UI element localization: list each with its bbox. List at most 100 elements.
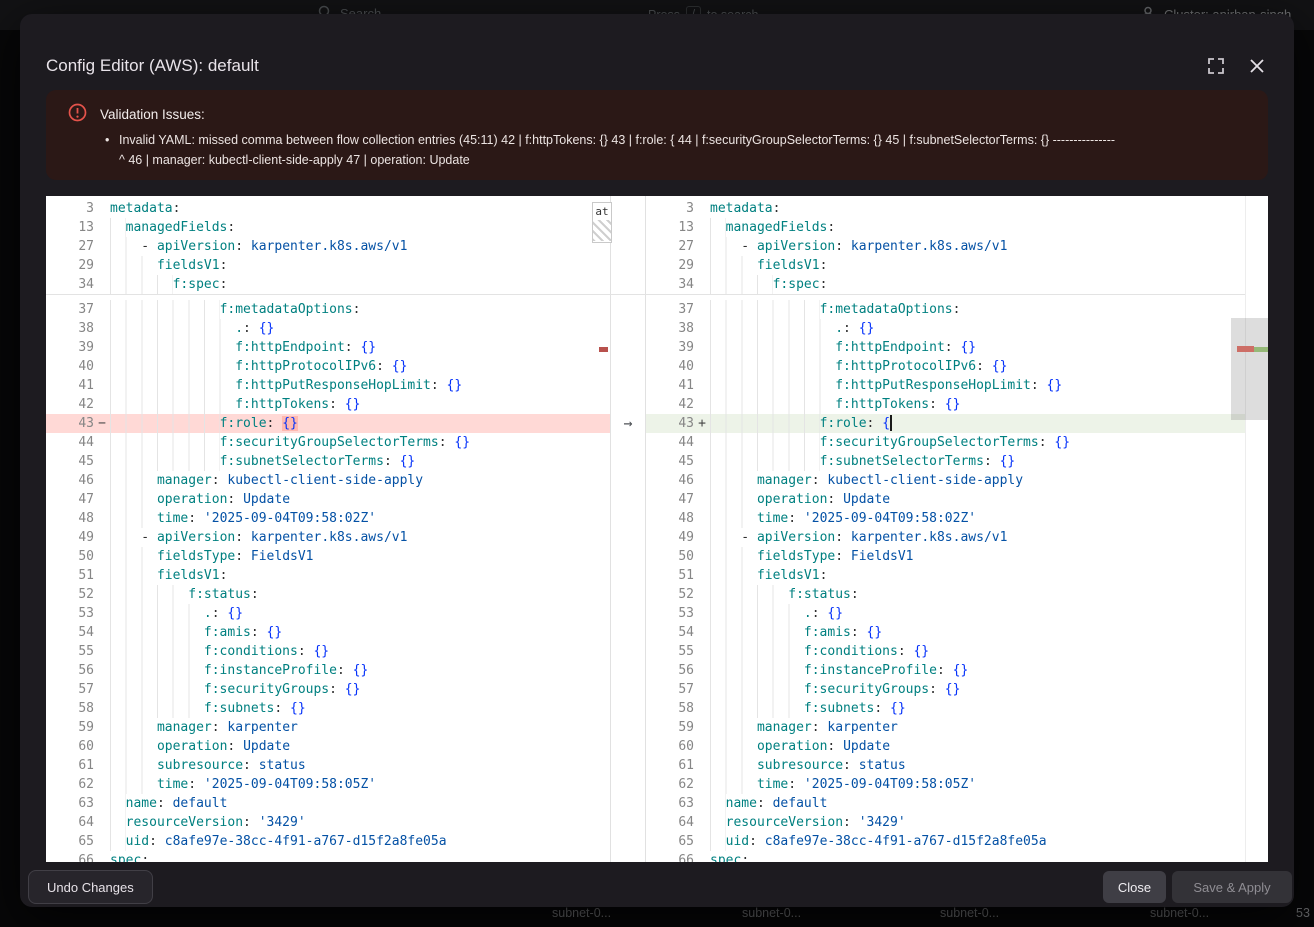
code-line[interactable]: 56f:instanceProfile: {}: [46, 661, 610, 680]
code-line[interactable]: 55f:conditions: {}: [46, 642, 610, 661]
code-line[interactable]: 66spec:: [46, 851, 610, 862]
code-line[interactable]: 34f:spec:: [46, 275, 610, 294]
line-number: 49: [646, 528, 694, 547]
dialog-close-button[interactable]: Close: [1103, 871, 1166, 903]
diff-sign: [694, 794, 710, 813]
diff-sign: [94, 433, 110, 452]
code-line[interactable]: 50fieldsType: FieldsV1: [646, 547, 1245, 566]
code-line[interactable]: 27- apiVersion: karpenter.k8s.aws/v1: [646, 237, 1245, 256]
code-line[interactable]: 62time: '2025-09-04T09:58:05Z': [646, 775, 1245, 794]
code-text: metadata:: [110, 199, 610, 218]
code-line[interactable]: 64resourceVersion: '3429': [646, 813, 1245, 832]
code-line[interactable]: 51fieldsV1:: [46, 566, 610, 585]
code-line[interactable]: 57f:securityGroups: {}: [646, 680, 1245, 699]
undo-changes-button[interactable]: Undo Changes: [28, 870, 153, 904]
original-pane[interactable]: 3 metadata:13managedFields:27- apiVersion…: [46, 196, 610, 862]
code-line[interactable]: 55f:conditions: {}: [646, 642, 1245, 661]
diff-sign: [94, 680, 110, 699]
code-line[interactable]: 44f:securityGroupSelectorTerms: {}: [46, 433, 610, 452]
code-line[interactable]: 61subresource: status: [46, 756, 610, 775]
code-line[interactable]: 38.: {}: [46, 319, 610, 338]
line-number: 29: [646, 256, 694, 275]
line-number: 59: [46, 718, 94, 737]
code-line[interactable]: 63name: default: [646, 794, 1245, 813]
code-line[interactable]: 13managedFields:: [646, 218, 1245, 237]
fullscreen-button[interactable]: [1205, 56, 1227, 78]
scrollbar-thumb[interactable]: [1231, 318, 1268, 420]
diff-arrow-icon[interactable]: →: [611, 414, 645, 433]
code-line[interactable]: 34f:spec:: [646, 275, 1245, 294]
code-line[interactable]: 48time: '2025-09-04T09:58:02Z': [46, 509, 610, 528]
code-line[interactable]: 43−f:role: {}: [46, 414, 610, 433]
code-line[interactable]: 65uid: c8afe97e-38cc-4f91-a767-d15f2a8fe…: [646, 832, 1245, 851]
code-line[interactable]: 38.: {}: [646, 319, 1245, 338]
code-line[interactable]: 49- apiVersion: karpenter.k8s.aws/v1: [46, 528, 610, 547]
code-line[interactable]: 37f:metadataOptions:: [646, 300, 1245, 319]
code-line[interactable]: 3 metadata:: [46, 199, 610, 218]
code-line[interactable]: 45f:subnetSelectorTerms: {}: [646, 452, 1245, 471]
unchanged-region-widget[interactable]: at: [592, 202, 612, 243]
code-line[interactable]: 41f:httpPutResponseHopLimit: {}: [46, 376, 610, 395]
code-line[interactable]: 37f:metadataOptions:: [46, 300, 610, 319]
code-line[interactable]: 64resourceVersion: '3429': [46, 813, 610, 832]
code-line[interactable]: 57f:securityGroups: {}: [46, 680, 610, 699]
code-line[interactable]: 58f:subnets: {}: [646, 699, 1245, 718]
code-line[interactable]: 52f:status:: [46, 585, 610, 604]
code-line[interactable]: 51fieldsV1:: [646, 566, 1245, 585]
code-text: subresource: status: [110, 756, 610, 775]
code-line[interactable]: 3metadata:: [646, 199, 1245, 218]
code-text: .: {}: [110, 604, 610, 623]
code-line[interactable]: 43+f:role: {: [646, 414, 1245, 433]
code-line[interactable]: 40f:httpProtocolIPv6: {}: [646, 357, 1245, 376]
diff-sign: [94, 490, 110, 509]
code-line[interactable]: 63name: default: [46, 794, 610, 813]
code-body: 37f:metadataOptions:38.: {}39f:httpEndpo…: [46, 294, 610, 862]
code-text: f:conditions: {}: [110, 642, 610, 661]
code-line[interactable]: 53.: {}: [46, 604, 610, 623]
code-line[interactable]: 54f:amis: {}: [46, 623, 610, 642]
code-line[interactable]: 44f:securityGroupSelectorTerms: {}: [646, 433, 1245, 452]
code-line[interactable]: 61subresource: status: [646, 756, 1245, 775]
code-line[interactable]: 47operation: Update: [646, 490, 1245, 509]
code-line[interactable]: 27- apiVersion: karpenter.k8s.aws/v1: [46, 237, 610, 256]
code-line[interactable]: 59manager: karpenter: [646, 718, 1245, 737]
code-line[interactable]: 62time: '2025-09-04T09:58:05Z': [46, 775, 610, 794]
code-text: - apiVersion: karpenter.k8s.aws/v1: [710, 237, 1245, 256]
code-line[interactable]: 42f:httpTokens: {}: [646, 395, 1245, 414]
diff-sign: [94, 319, 110, 338]
code-line[interactable]: 60operation: Update: [646, 737, 1245, 756]
code-text: uid: c8afe97e-38cc-4f91-a767-d15f2a8fe05…: [710, 832, 1245, 851]
code-line[interactable]: 42f:httpTokens: {}: [46, 395, 610, 414]
code-line[interactable]: 48time: '2025-09-04T09:58:02Z': [646, 509, 1245, 528]
code-line[interactable]: 60operation: Update: [46, 737, 610, 756]
code-line[interactable]: 39f:httpEndpoint: {}: [646, 338, 1245, 357]
code-line[interactable]: 45f:subnetSelectorTerms: {}: [46, 452, 610, 471]
code-line[interactable]: 39f:httpEndpoint: {}: [46, 338, 610, 357]
line-number: 45: [46, 452, 94, 471]
code-line[interactable]: 13managedFields:: [46, 218, 610, 237]
code-line[interactable]: 29fieldsV1:: [646, 256, 1245, 275]
code-line[interactable]: 66spec:: [646, 851, 1245, 862]
code-line[interactable]: 47operation: Update: [46, 490, 610, 509]
code-line[interactable]: 54f:amis: {}: [646, 623, 1245, 642]
code-line[interactable]: 56f:instanceProfile: {}: [646, 661, 1245, 680]
code-line[interactable]: 29fieldsV1:: [46, 256, 610, 275]
code-line[interactable]: 65uid: c8afe97e-38cc-4f91-a767-d15f2a8fe…: [46, 832, 610, 851]
code-line[interactable]: 58f:subnets: {}: [46, 699, 610, 718]
modified-pane[interactable]: 3metadata:13managedFields:27- apiVersion…: [646, 196, 1245, 862]
diff-sign: [694, 357, 710, 376]
code-line[interactable]: 59manager: karpenter: [46, 718, 610, 737]
line-number: 3: [46, 199, 94, 218]
close-button[interactable]: [1246, 56, 1268, 78]
code-line[interactable]: 49- apiVersion: karpenter.k8s.aws/v1: [646, 528, 1245, 547]
code-line[interactable]: 53.: {}: [646, 604, 1245, 623]
code-line[interactable]: 46manager: kubectl-client-side-apply: [646, 471, 1245, 490]
code-line[interactable]: 40f:httpProtocolIPv6: {}: [46, 357, 610, 376]
code-text: f:securityGroupSelectorTerms: {}: [110, 433, 610, 452]
code-line[interactable]: 41f:httpPutResponseHopLimit: {}: [646, 376, 1245, 395]
code-line[interactable]: 46manager: kubectl-client-side-apply: [46, 471, 610, 490]
code-line[interactable]: 52f:status:: [646, 585, 1245, 604]
diff-sign: [694, 756, 710, 775]
line-number: 34: [46, 275, 94, 294]
code-line[interactable]: 50fieldsType: FieldsV1: [46, 547, 610, 566]
